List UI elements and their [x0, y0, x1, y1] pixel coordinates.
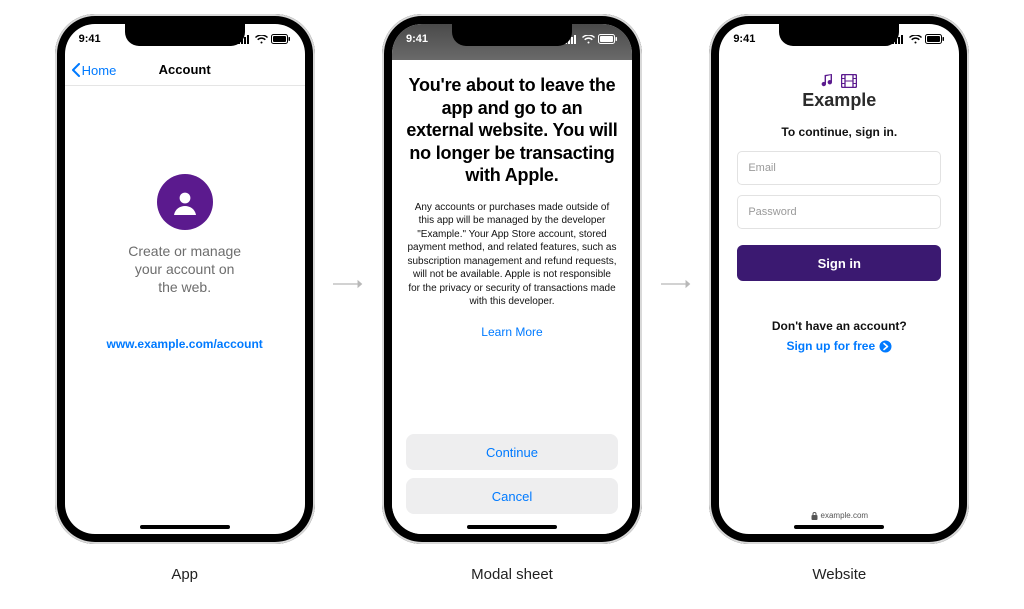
- domain-text: example.com: [821, 511, 869, 520]
- back-button[interactable]: Home: [71, 54, 117, 86]
- caption-website: Website: [812, 566, 866, 583]
- notch: [452, 24, 572, 46]
- flow-arrow: [661, 14, 691, 554]
- film-icon: [841, 74, 857, 88]
- phone-frame-app: 9:41 Home Account: [55, 14, 315, 544]
- back-label: Home: [82, 63, 117, 78]
- phone-frame-modal: 9:41 You're about to leave the app and g…: [382, 14, 642, 544]
- modal-title: You're about to leave the app and go to …: [406, 74, 618, 187]
- address-bar[interactable]: example.com: [719, 511, 959, 520]
- arrow-right-circle-icon: [879, 340, 892, 353]
- account-instruction: Create or manage your account on the web…: [128, 242, 241, 297]
- notch: [125, 24, 245, 46]
- brand-name: Example: [802, 90, 876, 111]
- avatar-icon: [157, 174, 213, 230]
- signin-subtitle: To continue, sign in.: [781, 125, 897, 139]
- notch: [779, 24, 899, 46]
- flow-arrow: [333, 14, 363, 554]
- music-note-icon: [821, 74, 835, 88]
- status-indicators: [238, 34, 291, 44]
- status-time: 9:41: [733, 33, 755, 45]
- brand-logo: [821, 74, 857, 88]
- password-placeholder: Password: [748, 206, 796, 218]
- person-icon: [170, 187, 200, 217]
- home-indicator[interactable]: [467, 525, 557, 529]
- cancel-button[interactable]: Cancel: [406, 478, 618, 514]
- modal-body: Any accounts or purchases made outside o…: [406, 201, 618, 309]
- status-indicators: [565, 34, 618, 44]
- status-indicators: [892, 34, 945, 44]
- signin-button[interactable]: Sign in: [737, 245, 941, 281]
- chevron-left-icon: [71, 63, 80, 77]
- password-field[interactable]: Password: [737, 195, 941, 229]
- no-account-text: Don't have an account?: [772, 319, 907, 333]
- page-title: Account: [159, 62, 211, 77]
- account-link[interactable]: www.example.com/account: [107, 337, 263, 351]
- email-field[interactable]: Email: [737, 151, 941, 185]
- learn-more-link[interactable]: Learn More: [406, 325, 618, 339]
- nav-bar: Home Account: [65, 54, 305, 86]
- status-time: 9:41: [79, 33, 101, 45]
- email-placeholder: Email: [748, 162, 776, 174]
- caption-app: App: [171, 566, 198, 583]
- lock-icon: [811, 512, 818, 520]
- home-indicator[interactable]: [794, 525, 884, 529]
- modal-sheet: You're about to leave the app and go to …: [392, 60, 632, 534]
- status-time: 9:41: [406, 33, 428, 45]
- phone-frame-website: 9:41 Example To continue, sign in.: [709, 14, 969, 544]
- caption-modal: Modal sheet: [471, 566, 553, 583]
- home-indicator[interactable]: [140, 525, 230, 529]
- continue-button[interactable]: Continue: [406, 434, 618, 470]
- signup-link[interactable]: Sign up for free: [786, 339, 892, 353]
